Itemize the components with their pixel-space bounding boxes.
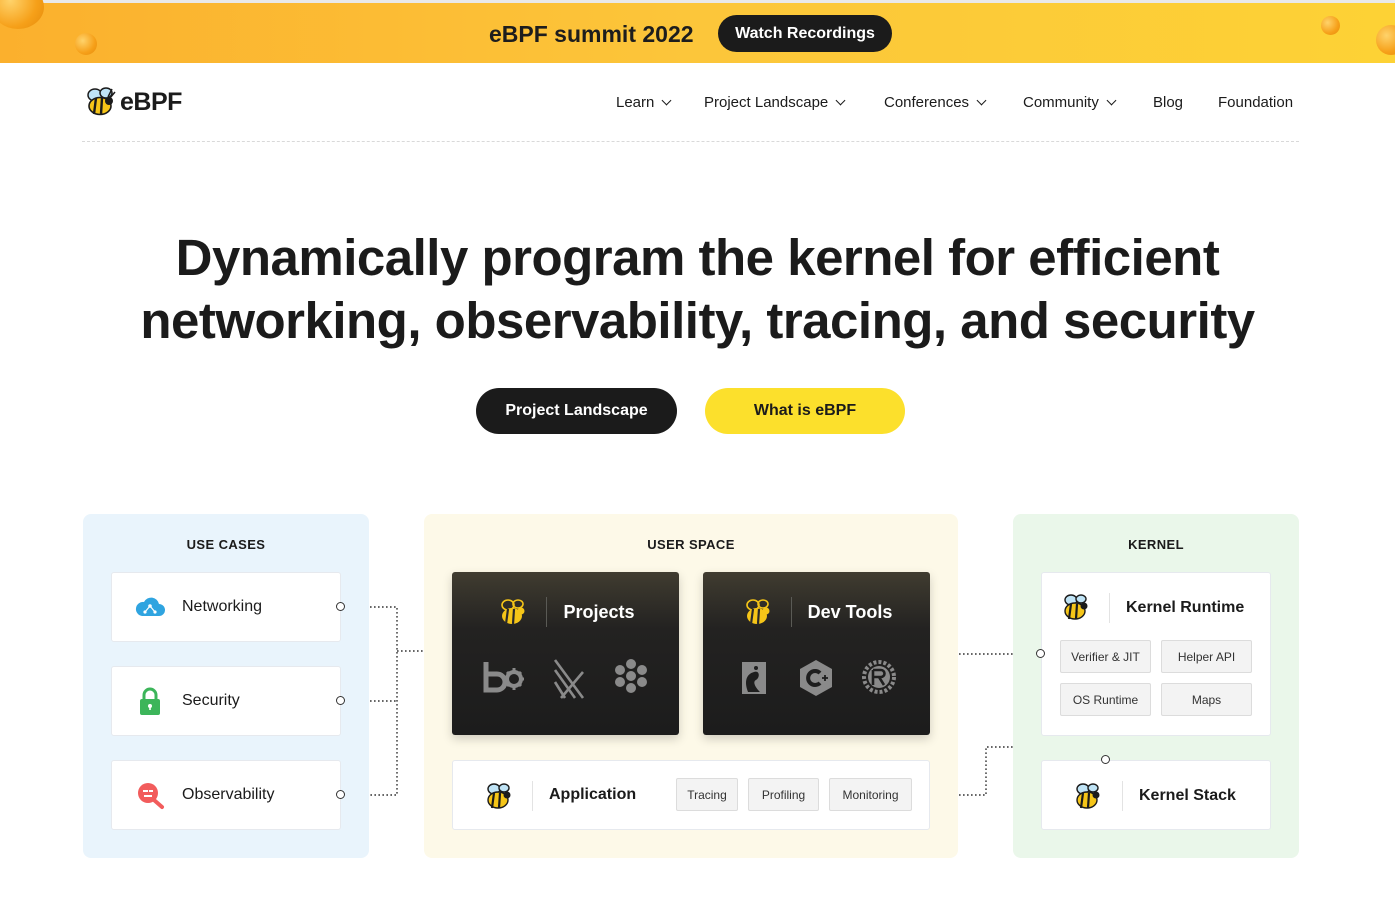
- use-cases-title: USE CASES: [186, 537, 266, 552]
- separator: [790, 597, 792, 627]
- application-card[interactable]: Application Tracing Profiling Monitoring: [452, 760, 930, 830]
- nav-label: Foundation: [1218, 94, 1294, 111]
- use-case-label: Networking: [182, 598, 263, 615]
- nav-label: Blog: [1153, 94, 1184, 111]
- application-title: Application: [549, 786, 637, 803]
- nav-foundation[interactable]: Foundation: [1218, 94, 1293, 111]
- what-is-ebpf-button[interactable]: What is eBPF: [705, 388, 905, 434]
- announcement-banner: eBPF summit 2022 Watch Recordings: [0, 0, 1395, 63]
- honey-drop-decoration: [1321, 16, 1340, 35]
- chevron-down-icon: [1106, 95, 1117, 106]
- chevron-down-icon: [661, 95, 672, 106]
- chevron-down-icon: [835, 95, 846, 106]
- connector-dot: [336, 602, 345, 611]
- watch-recordings-button[interactable]: Watch Recordings: [718, 15, 892, 52]
- separator: [1109, 593, 1110, 623]
- dev-tools-card[interactable]: Dev Tools: [703, 572, 930, 735]
- header-divider: [82, 141, 1299, 142]
- nav-label: Project Landscape: [704, 94, 829, 111]
- use-case-networking[interactable]: Networking: [111, 572, 341, 642]
- os-runtime-box[interactable]: OS Runtime: [1060, 683, 1151, 716]
- nav-community[interactable]: Community: [1023, 94, 1117, 111]
- use-case-observability[interactable]: Observability: [111, 760, 341, 830]
- user-space-panel: USER SPACE Projects Dev Tools Applicatio…: [424, 514, 958, 858]
- cloud-network-icon: [135, 597, 165, 616]
- bpftrace-icon[interactable]: [551, 658, 587, 700]
- hero-title: Dynamically program the kernel for effic…: [0, 226, 1395, 352]
- nav-blog[interactable]: Blog: [1153, 94, 1183, 111]
- magnifier-icon: [138, 783, 164, 809]
- nav-label: Community: [1023, 94, 1099, 111]
- bee-icon: [487, 783, 511, 809]
- dev-tools-title: Dev Tools: [807, 601, 893, 622]
- bee-icon: [745, 599, 770, 625]
- tag-tracing[interactable]: Tracing: [676, 778, 738, 811]
- bcc-icon[interactable]: [483, 658, 525, 694]
- tag-profiling[interactable]: Profiling: [748, 778, 819, 811]
- kernel-stack-card[interactable]: Kernel Stack: [1041, 760, 1271, 830]
- honey-drop-decoration: [0, 0, 44, 29]
- kernel-panel: KERNEL Kernel Runtime Verifier & JIT Hel…: [1013, 514, 1299, 858]
- chevron-down-icon: [976, 95, 987, 106]
- lock-icon: [140, 687, 160, 715]
- cilium-icon[interactable]: [613, 658, 649, 694]
- projects-card[interactable]: Projects: [452, 572, 679, 735]
- go-gopher-icon[interactable]: [736, 658, 772, 698]
- bee-icon: [1076, 783, 1100, 809]
- use-case-label: Security: [182, 692, 240, 709]
- helper-api-box[interactable]: Helper API: [1161, 640, 1252, 673]
- separator: [1122, 781, 1123, 811]
- bee-icon: [1064, 594, 1088, 620]
- cpp-icon[interactable]: [798, 658, 834, 698]
- honey-drop-decoration: [1376, 25, 1395, 55]
- separator: [546, 597, 548, 627]
- connector-dot: [1036, 649, 1045, 658]
- ebpf-logo[interactable]: eBPF: [82, 84, 182, 120]
- bee-logo-icon: [87, 87, 116, 116]
- nav-conferences[interactable]: Conferences: [884, 94, 987, 111]
- verifier-jit-box[interactable]: Verifier & JIT: [1060, 640, 1151, 673]
- honey-drop-decoration: [75, 33, 97, 55]
- nav-project-landscape[interactable]: Project Landscape: [704, 94, 846, 111]
- connector-dot: [336, 696, 345, 705]
- kernel-runtime-title: Kernel Runtime: [1126, 599, 1245, 616]
- maps-box[interactable]: Maps: [1161, 683, 1252, 716]
- hero-title-line2: networking, observability, tracing, and …: [140, 292, 1255, 349]
- hero-title-line1: Dynamically program the kernel for effic…: [175, 229, 1220, 286]
- tag-monitoring[interactable]: Monitoring: [829, 778, 912, 811]
- user-space-title: USER SPACE: [647, 537, 735, 552]
- nav-label: Learn: [616, 94, 655, 111]
- use-cases-panel: USE CASES Networking Security Observabil…: [83, 514, 369, 858]
- bee-icon: [501, 599, 525, 625]
- connector-dot: [336, 790, 345, 799]
- nav-label: Conferences: [884, 94, 970, 111]
- nav-learn[interactable]: Learn: [616, 94, 672, 111]
- rust-icon[interactable]: [860, 658, 898, 696]
- project-landscape-button[interactable]: Project Landscape: [476, 388, 677, 434]
- use-case-security[interactable]: Security: [111, 666, 341, 736]
- logo-text: eBPF: [120, 87, 182, 116]
- kernel-runtime-card[interactable]: Kernel Runtime Verifier & JIT Helper API…: [1041, 572, 1271, 736]
- kernel-title: KERNEL: [1128, 537, 1184, 552]
- connector-dot: [1101, 755, 1110, 764]
- banner-title: eBPF summit 2022: [489, 21, 694, 47]
- use-case-label: Observability: [182, 786, 275, 803]
- projects-title: Projects: [563, 601, 635, 622]
- kernel-stack-title: Kernel Stack: [1139, 787, 1236, 804]
- separator: [532, 781, 533, 811]
